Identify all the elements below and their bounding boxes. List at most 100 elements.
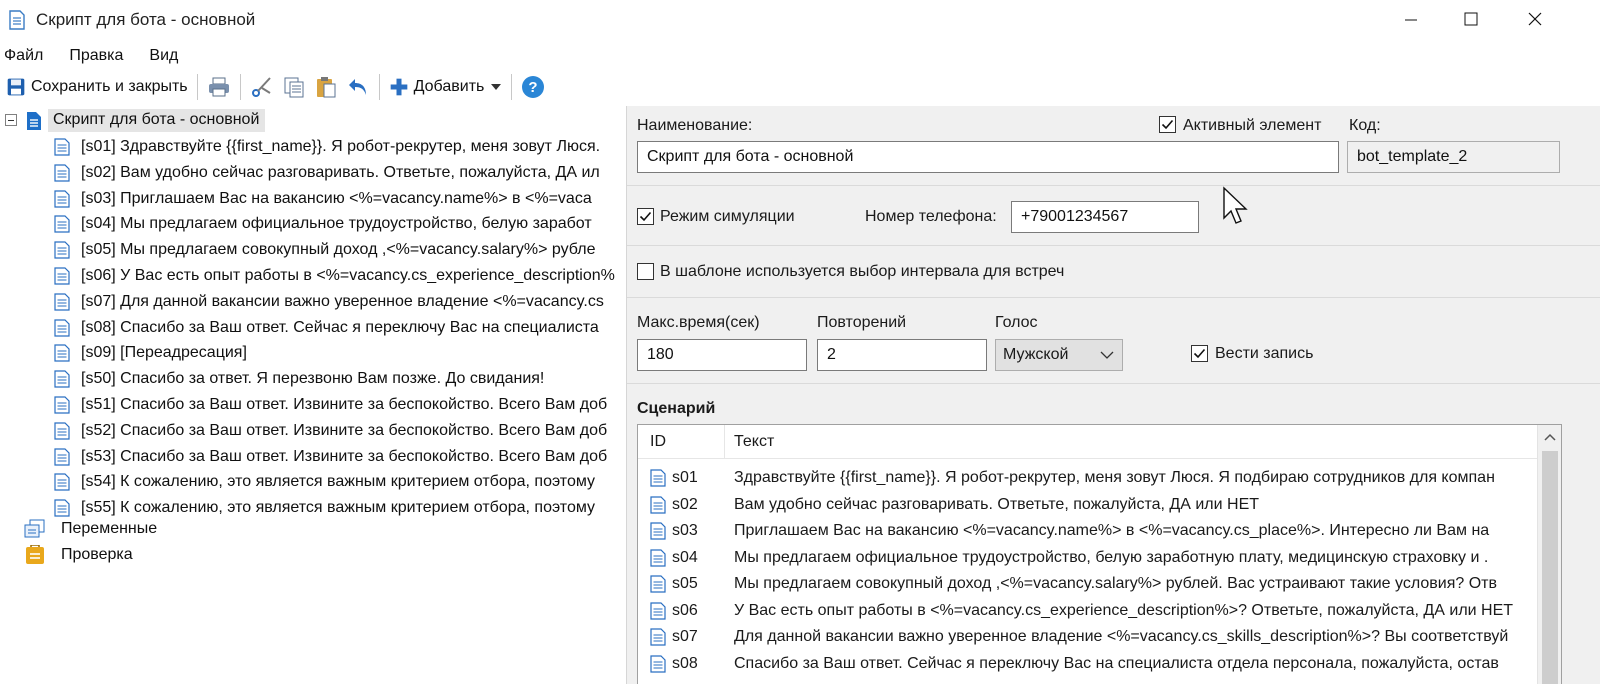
voice-select[interactable]: Мужской xyxy=(995,339,1123,371)
script-line-icon xyxy=(54,370,70,388)
scissors-icon xyxy=(251,77,271,97)
undo-button[interactable] xyxy=(342,72,374,102)
row-text: Спасибо за Ваш ответ. Сейчас я переключу… xyxy=(734,654,1499,672)
check-icon xyxy=(26,545,44,564)
print-button[interactable] xyxy=(203,72,235,102)
tree-variables-label: Переменные xyxy=(61,520,158,537)
properties-panel: Наименование: Активный элемент Код: Скри… xyxy=(626,106,1600,684)
save-close-label: Сохранить и закрыть xyxy=(31,78,188,95)
column-separator xyxy=(724,425,725,459)
repeat-label: Повторений xyxy=(817,314,907,331)
copy-button[interactable] xyxy=(278,72,310,102)
record-label: Вести запись xyxy=(1215,345,1314,362)
interval-checkbox[interactable] xyxy=(637,263,654,280)
minimize-button[interactable] xyxy=(1380,0,1442,38)
code-label: Код: xyxy=(1349,117,1381,134)
save-close-button[interactable]: Сохранить и закрыть xyxy=(2,72,192,102)
row-text: Для данной вакансии важно уверенное влад… xyxy=(734,628,1509,645)
tree-item-label: [s55] К сожалению, это является важным к… xyxy=(81,499,596,517)
vertical-scrollbar[interactable] xyxy=(1537,425,1561,684)
script-line-icon xyxy=(650,548,666,567)
voice-label: Голос xyxy=(995,314,1038,331)
checkmark-icon xyxy=(1161,119,1174,130)
cut-button[interactable] xyxy=(246,72,278,102)
toolbar-separator xyxy=(378,74,380,100)
toolbar-separator xyxy=(196,74,198,100)
window-title: Скрипт для бота - основной xyxy=(36,10,256,29)
menu-view[interactable]: Вид xyxy=(143,44,184,68)
collapse-toggle[interactable] xyxy=(5,114,17,126)
row-text: Приглашаем Вас на вакансию <%=vacancy.na… xyxy=(734,522,1490,539)
tree-item-label: [s50] Спасибо за ответ. Я перезвоню Вам … xyxy=(81,370,545,388)
maxtime-input[interactable]: 180 xyxy=(637,339,807,371)
maximize-icon xyxy=(1464,12,1478,26)
grid-header: ID Текст xyxy=(638,425,1538,459)
close-button[interactable] xyxy=(1504,0,1566,38)
voice-select-value: Мужской xyxy=(1003,346,1069,363)
row-id: s07 xyxy=(672,628,698,645)
script-line-icon xyxy=(54,293,70,311)
help-button[interactable]: ? xyxy=(517,72,549,102)
script-line-icon xyxy=(54,215,70,233)
script-line-icon xyxy=(650,522,666,540)
table-row[interactable]: s06 У Вас есть опыт работы в <%=vacancy.c… xyxy=(638,598,1538,624)
row-text: Вам удобно сейчас разговаривать. Ответьт… xyxy=(734,495,1260,513)
script-line-icon xyxy=(54,318,70,337)
script-document-icon xyxy=(27,112,41,130)
column-header-id[interactable]: ID xyxy=(650,433,666,451)
table-row[interactable]: s02 Вам удобно сейчас разговаривать. Отве… xyxy=(638,492,1538,518)
tree-item-label: [s09] [Переадресация] xyxy=(81,344,247,362)
script-line-icon xyxy=(650,601,666,620)
script-line-icon xyxy=(54,499,70,517)
tree-item-label: [s05] Мы предлагаем совокупный доход ,<%… xyxy=(81,241,596,259)
column-header-text[interactable]: Текст xyxy=(734,433,774,451)
script-line-icon xyxy=(54,344,70,362)
script-line-icon xyxy=(54,189,70,208)
name-input[interactable]: Скрипт для бота - основной xyxy=(637,141,1339,173)
toolbar-separator xyxy=(239,74,241,100)
scroll-up-icon[interactable] xyxy=(1544,433,1556,441)
repeat-input[interactable]: 2 xyxy=(817,339,987,371)
tree-item-label: [s07] Для данной вакансии важно уверенно… xyxy=(81,292,604,310)
script-line-icon xyxy=(54,473,70,491)
row-id: s01 xyxy=(672,469,698,486)
tree-item-label: [s08] Спасибо за Ваш ответ. Сейчас я пер… xyxy=(81,318,599,336)
checkmark-icon xyxy=(639,211,652,222)
active-checkbox[interactable] xyxy=(1159,116,1176,133)
row-text: Мы предлагаем совокупный доход ,<%=vacan… xyxy=(734,575,1497,592)
row-text: Мы предлагаем официальное трудоустройств… xyxy=(734,548,1489,566)
maximize-button[interactable] xyxy=(1440,0,1502,38)
script-line-icon xyxy=(650,469,666,487)
script-line-icon xyxy=(650,575,666,593)
table-row[interactable]: s07 Для данной вакансии важно уверенное в… xyxy=(638,624,1538,650)
mouse-cursor-icon xyxy=(1223,186,1248,224)
toolbar: Сохранить и закрыть Добавить ? xyxy=(0,70,1600,104)
paste-button[interactable] xyxy=(310,72,342,102)
row-text: Здравствуйте {{first_name}}. Я робот-рек… xyxy=(734,469,1495,486)
table-row[interactable]: s05 Мы предлагаем совокупный доход ,<%=va… xyxy=(638,571,1538,597)
table-row[interactable]: s01 Здравствуйте {{first_name}}. Я робот-… xyxy=(638,465,1538,491)
simulation-checkbox[interactable] xyxy=(637,208,654,225)
code-input[interactable]: bot_template_2 xyxy=(1347,141,1560,173)
record-checkbox[interactable] xyxy=(1191,345,1208,362)
divider xyxy=(627,245,1600,246)
menu-edit[interactable]: Правка xyxy=(63,44,129,68)
undo-icon xyxy=(348,79,366,95)
copy-icon xyxy=(284,77,304,98)
table-row[interactable]: s03 Приглашаем Вас на вакансию <%=vacancy… xyxy=(638,518,1538,544)
script-line-icon xyxy=(54,396,70,414)
menu-bar: Файл Правка Вид xyxy=(0,44,1600,68)
tree-item-label: [s02] Вам удобно сейчас разговаривать. О… xyxy=(81,163,600,181)
toolbar-separator xyxy=(511,74,513,100)
divider xyxy=(627,383,1600,384)
interval-label: В шаблоне используется выбор интервала д… xyxy=(660,263,1065,280)
phone-input[interactable]: +79001234567 xyxy=(1011,201,1199,233)
name-label: Наименование: xyxy=(637,117,753,134)
tree-item-label: [s52] Спасибо за Ваш ответ. Извините за … xyxy=(81,421,608,439)
menu-file[interactable]: Файл xyxy=(0,44,49,68)
scroll-thumb[interactable] xyxy=(1542,451,1558,684)
add-button[interactable]: Добавить xyxy=(385,72,507,102)
table-row[interactable]: s04 Мы предлагаем официальное трудоустрой… xyxy=(638,545,1538,571)
script-line-icon xyxy=(54,164,70,182)
table-row[interactable]: s08 Спасибо за Ваш ответ. Сейчас я перекл… xyxy=(638,651,1538,677)
